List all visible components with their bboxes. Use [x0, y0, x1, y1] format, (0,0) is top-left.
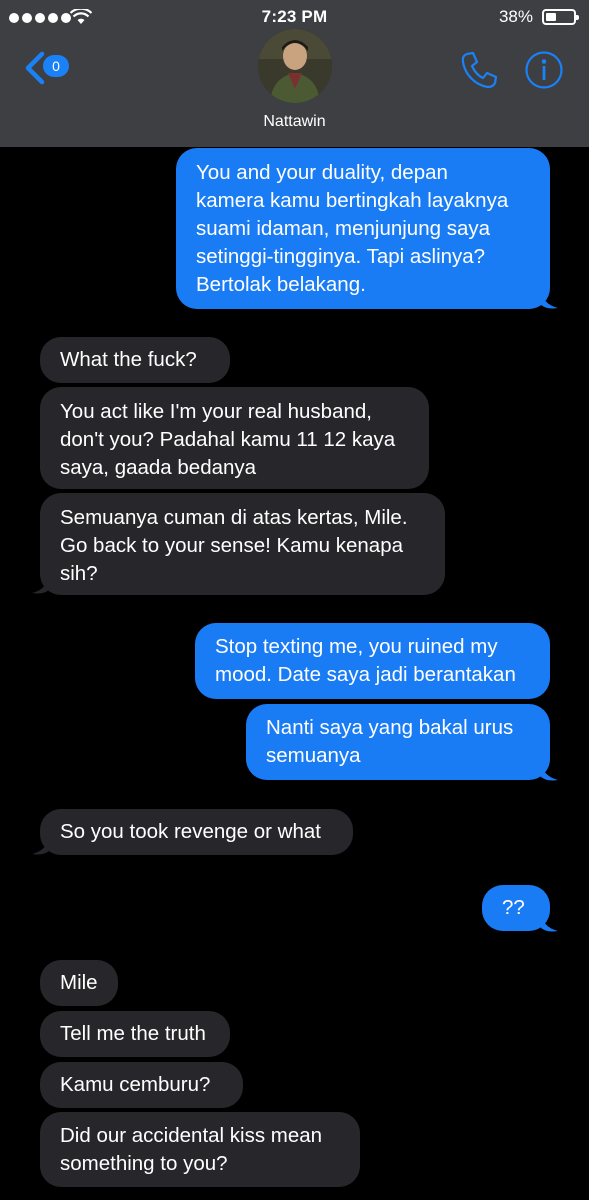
- contact-name[interactable]: Nattawin: [0, 113, 589, 131]
- outgoing-message[interactable]: Stop texting me, you ruined my mood. Dat…: [195, 623, 550, 699]
- battery-icon: [542, 9, 579, 25]
- unread-count-badge: 0: [43, 55, 69, 77]
- bubble-tail: [540, 288, 558, 309]
- bubble-tail: [32, 834, 50, 855]
- back-button[interactable]: 0: [22, 50, 82, 86]
- conversation-header: 7:23 PM 38% 0 Nattawin: [0, 0, 589, 147]
- battery-fill: [546, 13, 556, 21]
- bubble-tail: [540, 760, 558, 781]
- contact-avatar[interactable]: [258, 29, 332, 103]
- battery-percentage: 38%: [498, 7, 533, 26]
- incoming-message[interactable]: What the fuck?: [40, 337, 230, 383]
- bubble-tail: [32, 573, 50, 594]
- bubble-tail: [540, 911, 558, 932]
- incoming-message[interactable]: Kamu cemburu?: [40, 1062, 243, 1108]
- phone-icon[interactable]: [458, 49, 500, 91]
- incoming-message[interactable]: Tell me the truth: [40, 1011, 230, 1057]
- incoming-message[interactable]: So you took revenge or what: [40, 809, 353, 855]
- incoming-message[interactable]: Mile: [40, 960, 118, 1006]
- incoming-message[interactable]: Did our accidental kiss mean something t…: [40, 1112, 360, 1187]
- incoming-message[interactable]: You act like I'm your real husband, don'…: [40, 387, 429, 489]
- outgoing-message[interactable]: You and your duality, depan kamera kamu …: [176, 148, 550, 309]
- outgoing-message[interactable]: Nanti saya yang bakal urus semuanya: [246, 704, 550, 780]
- incoming-message[interactable]: Semuanya cuman di atas kertas, Mile. Go …: [40, 493, 445, 595]
- info-icon[interactable]: [524, 50, 564, 90]
